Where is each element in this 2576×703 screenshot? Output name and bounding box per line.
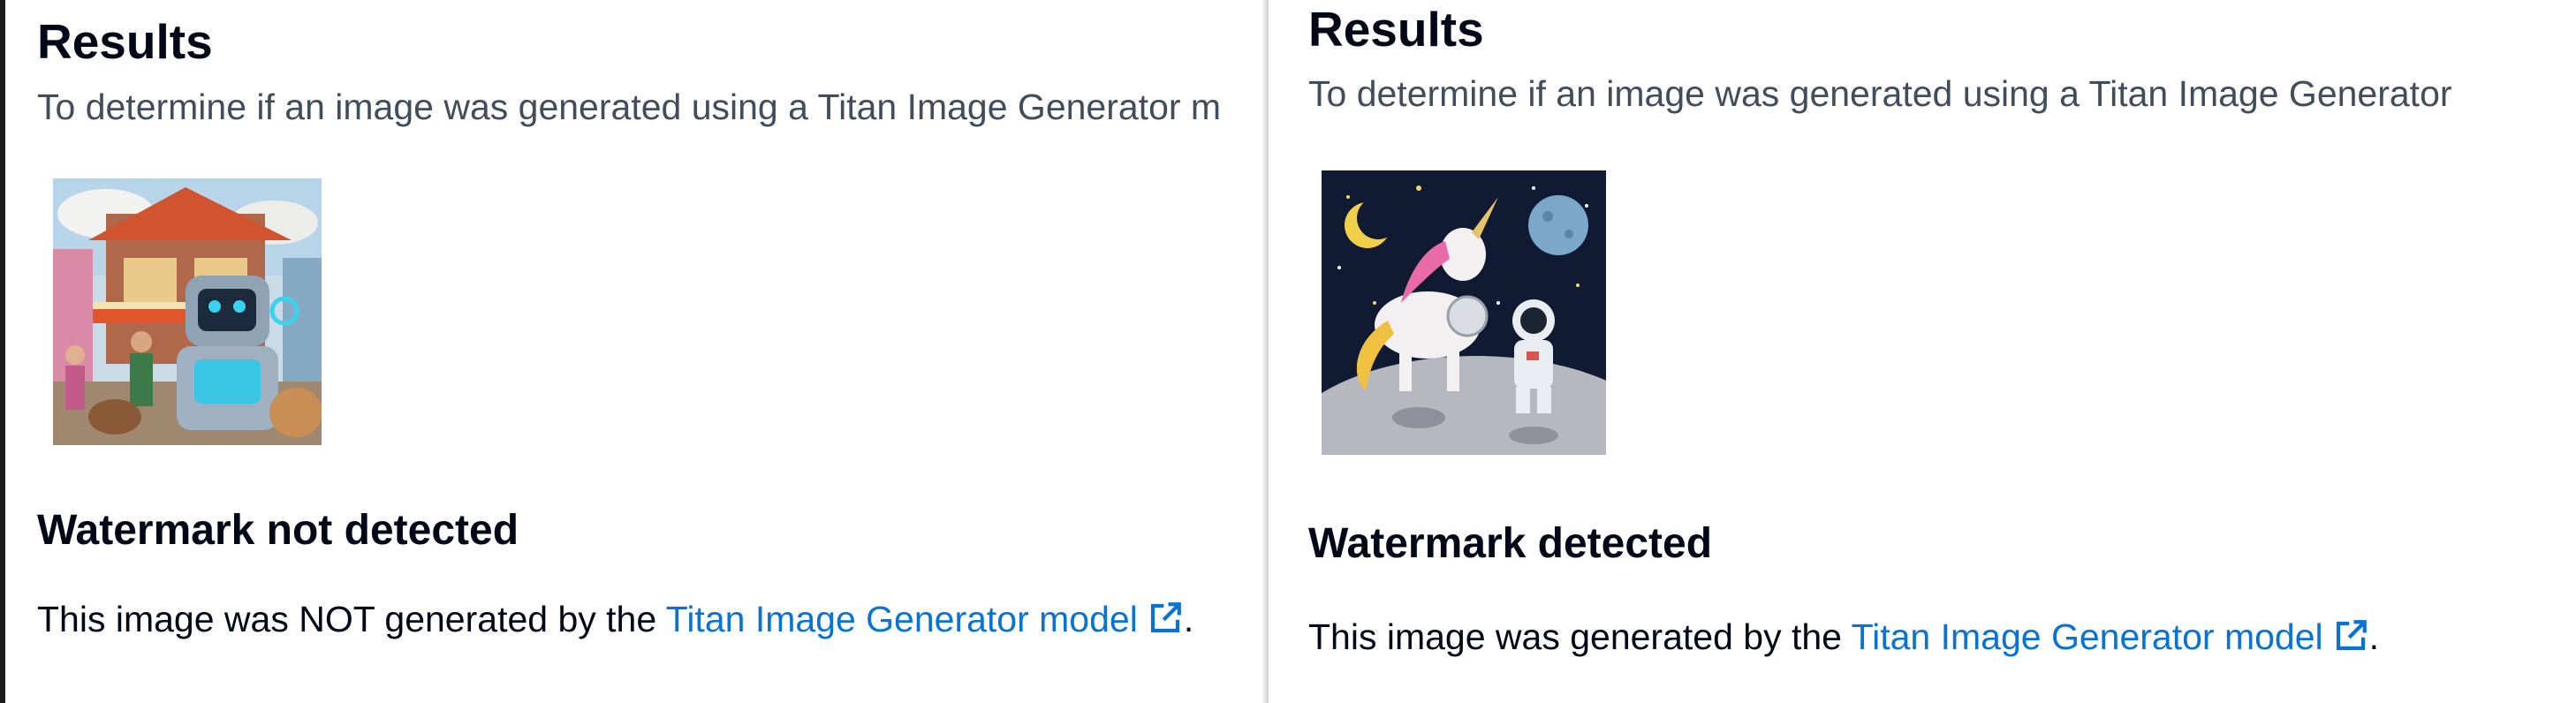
verdict-suffix: . [2368, 616, 2380, 657]
titan-model-link[interactable]: Titan Image Generator model [666, 599, 1184, 639]
verdict-prefix: This image was NOT generated by the [37, 599, 666, 639]
results-description: To determine if an image was generated u… [1308, 73, 2452, 114]
unicorn-astronaut-moon-image [1322, 170, 1606, 455]
robot-market-image [53, 178, 322, 445]
watermark-status-heading: Watermark detected [1308, 520, 1713, 567]
comparison-screenshot: Results To determine if an image was gen… [0, 0, 2576, 703]
results-panel-right: Results To determine if an image was gen… [1269, 0, 2576, 703]
watermark-status-heading: Watermark not detected [37, 507, 519, 554]
uploaded-image-thumbnail [1322, 170, 1606, 455]
titan-model-link-label: Titan Image Generator model [665, 599, 1138, 639]
verdict-text: This image was NOT generated by the Tita… [37, 596, 1193, 643]
results-panel-left: Results To determine if an image was gen… [0, 0, 1269, 703]
external-link-icon [2336, 620, 2367, 651]
results-title: Results [1308, 2, 1484, 57]
results-title: Results [37, 14, 213, 69]
uploaded-image-thumbnail [53, 178, 322, 445]
external-link-icon [1150, 602, 1181, 633]
verdict-prefix: This image was generated by the [1308, 616, 1852, 657]
results-description: To determine if an image was generated u… [37, 87, 1222, 127]
titan-model-link[interactable]: Titan Image Generator model [1852, 616, 2369, 657]
verdict-text: This image was generated by the Titan Im… [1308, 614, 2379, 661]
titan-model-link-label: Titan Image Generator model [1851, 616, 2323, 657]
verdict-suffix: . [1183, 599, 1194, 639]
